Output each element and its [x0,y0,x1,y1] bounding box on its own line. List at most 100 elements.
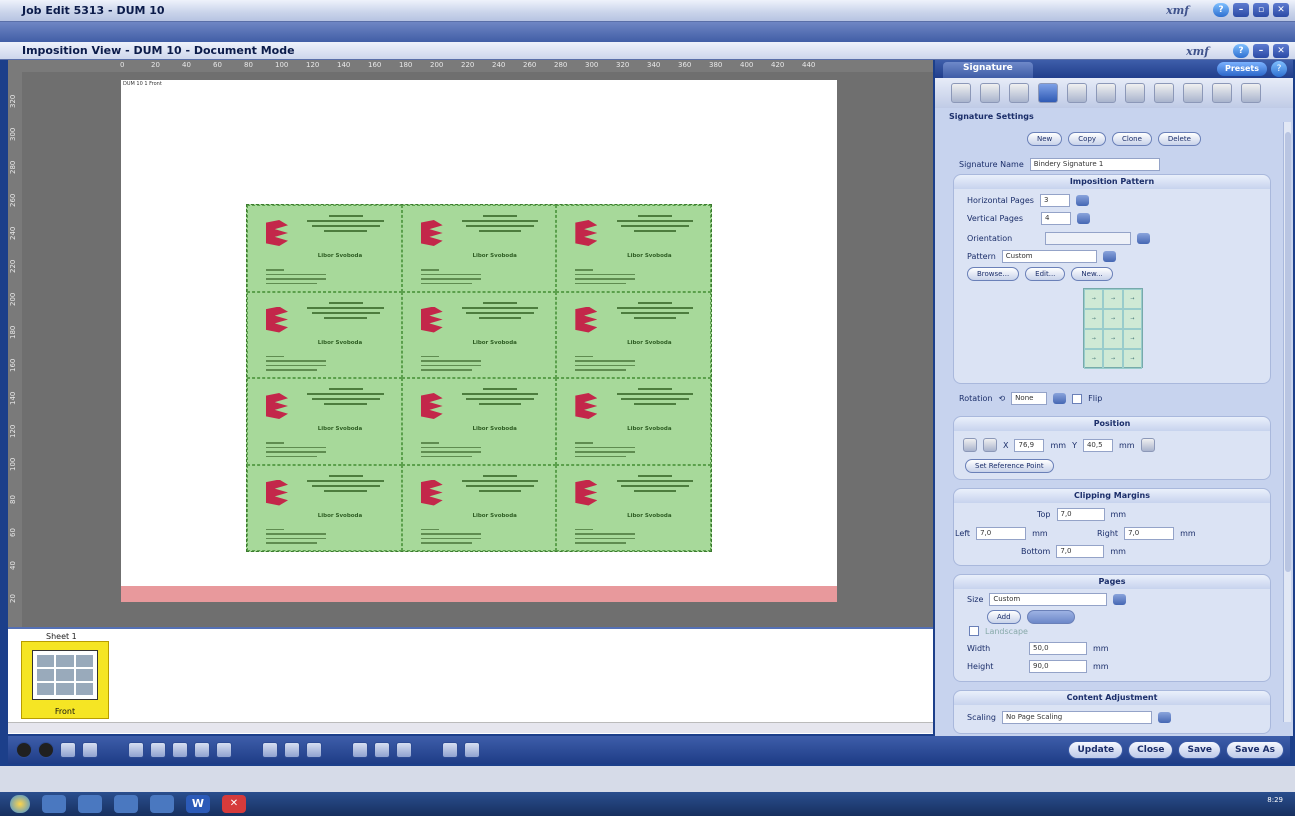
page-cell[interactable]: Libor Svoboda [247,291,402,378]
undo-icon[interactable] [442,742,458,758]
page-cell[interactable]: Libor Svoboda [247,464,402,551]
page-cell[interactable]: Libor Svoboda [401,291,557,378]
rotation-dropdown[interactable] [1053,393,1067,404]
zoom-out-icon[interactable] [306,742,322,758]
view-icon[interactable] [60,742,76,758]
maximize-button[interactable]: ▫ [1253,3,1269,17]
panel-help-icon[interactable]: ? [1271,61,1287,77]
new-button[interactable]: New [1027,132,1063,146]
vertical-pages-stepper[interactable] [1077,213,1091,224]
tab-signature[interactable]: Signature [943,62,1033,78]
clip-bottom-field[interactable]: 7,0 [1056,545,1105,558]
page-cell[interactable]: Libor Svoboda [556,205,711,292]
chrome-icon[interactable] [42,795,66,813]
pdf-icon[interactable]: ✕ [222,795,246,813]
page-width-field[interactable]: 50,0 [1029,642,1087,655]
page-size-select[interactable]: Custom [989,593,1108,606]
close-icon[interactable]: ✕ [1273,3,1289,17]
hand-icon[interactable] [150,742,166,758]
document-icon[interactable] [82,742,98,758]
help-icon[interactable]: ? [1213,3,1229,17]
info-icon[interactable] [1183,83,1203,103]
save-button[interactable]: Save [1178,741,1222,759]
imposition-canvas[interactable]: 0 20 40 60 80 100 120 140 160 180 200 220 240 260 280 3… [8,60,933,627]
orientation-select[interactable] [1045,232,1131,245]
page-cell[interactable]: Libor Svoboda [401,464,557,551]
signature-icon[interactable] [1038,83,1058,103]
start-button[interactable] [10,795,30,813]
page-cell[interactable]: Libor Svoboda [556,378,711,465]
signature-name-field[interactable]: Bindery Signature 1 [1029,158,1160,171]
panel-scroll-thumb[interactable] [1285,132,1291,572]
close-button[interactable]: Close [1128,741,1174,759]
browse-button[interactable]: Browse... [967,267,1020,281]
measure-icon[interactable] [216,742,232,758]
redo-icon[interactable] [464,742,480,758]
save-as-button[interactable]: Save As [1226,741,1284,759]
word-icon[interactable]: W [186,795,210,813]
align-right-icon[interactable] [983,438,997,452]
rotation-select[interactable]: None [1011,392,1048,405]
clip-left-field[interactable]: 7,0 [976,527,1027,540]
clone-button[interactable]: Clone [1112,132,1152,146]
update-button[interactable]: Update [1068,741,1124,759]
clip-right-field[interactable]: 7,0 [1124,527,1175,540]
horizontal-scrollbar[interactable] [8,722,933,733]
layers-icon[interactable] [1009,83,1029,103]
add-page-size-button[interactable]: Add [987,610,1021,624]
record-icon[interactable] [16,742,32,758]
new-pattern-button[interactable]: New... [1071,267,1113,281]
pattern-select[interactable]: Custom [1001,250,1097,263]
page-cell[interactable]: Libor Svoboda [401,378,557,465]
page-cell[interactable]: Libor Svoboda [247,378,402,465]
scaling-select[interactable]: No Page Scaling [1001,711,1152,724]
browser-icon[interactable] [78,795,102,813]
align-left-icon[interactable] [963,438,977,452]
panel-scrollbar[interactable] [1283,122,1291,722]
preview-icon[interactable] [396,742,412,758]
pattern-dropdown[interactable] [1102,251,1116,262]
text-icon[interactable] [1154,83,1174,103]
edit-icon[interactable] [1212,83,1232,103]
help-icon-2[interactable]: ? [1233,44,1249,58]
pen-icon[interactable] [194,742,210,758]
presets-button[interactable]: Presets [1216,62,1267,76]
page-cell[interactable]: Libor Svoboda [247,205,402,292]
imposition-layout[interactable]: Libor Svoboda Libor Svoboda Libor Svoboda L… [246,204,712,552]
page-height-field[interactable]: 90,0 [1029,660,1087,673]
edit-pattern-button[interactable]: Edit... [1025,267,1066,281]
zoom-icon[interactable] [172,742,188,758]
page-cell[interactable]: Libor Svoboda [556,464,711,551]
orientation-dropdown[interactable] [1137,233,1150,244]
x-field[interactable]: 76,9 [1014,438,1045,452]
pages-icon[interactable] [980,83,1000,103]
crosshair-icon[interactable] [1096,83,1116,103]
stop-icon[interactable] [38,742,54,758]
sheet-icon[interactable] [1067,83,1087,103]
page-cell[interactable]: Libor Svoboda [401,205,557,292]
page-size-dropdown[interactable] [1113,594,1127,605]
set-reference-point-button[interactable]: Set Reference Point [965,459,1054,473]
stamp-icon[interactable] [1241,83,1261,103]
folder-icon[interactable] [114,795,138,813]
refresh-icon[interactable] [1140,438,1155,452]
color-bar-icon[interactable] [1125,83,1145,103]
pointer-icon[interactable] [128,742,144,758]
vertical-pages-field[interactable]: 4 [1041,212,1072,225]
y-field[interactable]: 40,5 [1082,438,1113,452]
grid-icon[interactable] [352,742,368,758]
layout-icon[interactable] [374,742,390,758]
delete-button[interactable]: Delete [1157,132,1201,146]
zoom-in-icon[interactable] [284,742,300,758]
horizontal-pages-stepper[interactable] [1075,195,1089,206]
scaling-dropdown[interactable] [1157,712,1171,723]
zoom-fit-icon[interactable] [262,742,278,758]
sheet-thumbnail-front[interactable]: Front [21,641,109,719]
remove-page-size-button[interactable] [1026,610,1075,624]
minimize-button[interactable]: – [1233,3,1249,17]
flip-checkbox[interactable] [1072,393,1083,404]
press-sheet[interactable]: DUM 10 1 Front Libor Svoboda Libor Svobod… [121,80,837,602]
marks-icon[interactable] [951,83,971,103]
page-cell[interactable]: Libor Svoboda [556,291,711,378]
media-icon[interactable] [150,795,174,813]
